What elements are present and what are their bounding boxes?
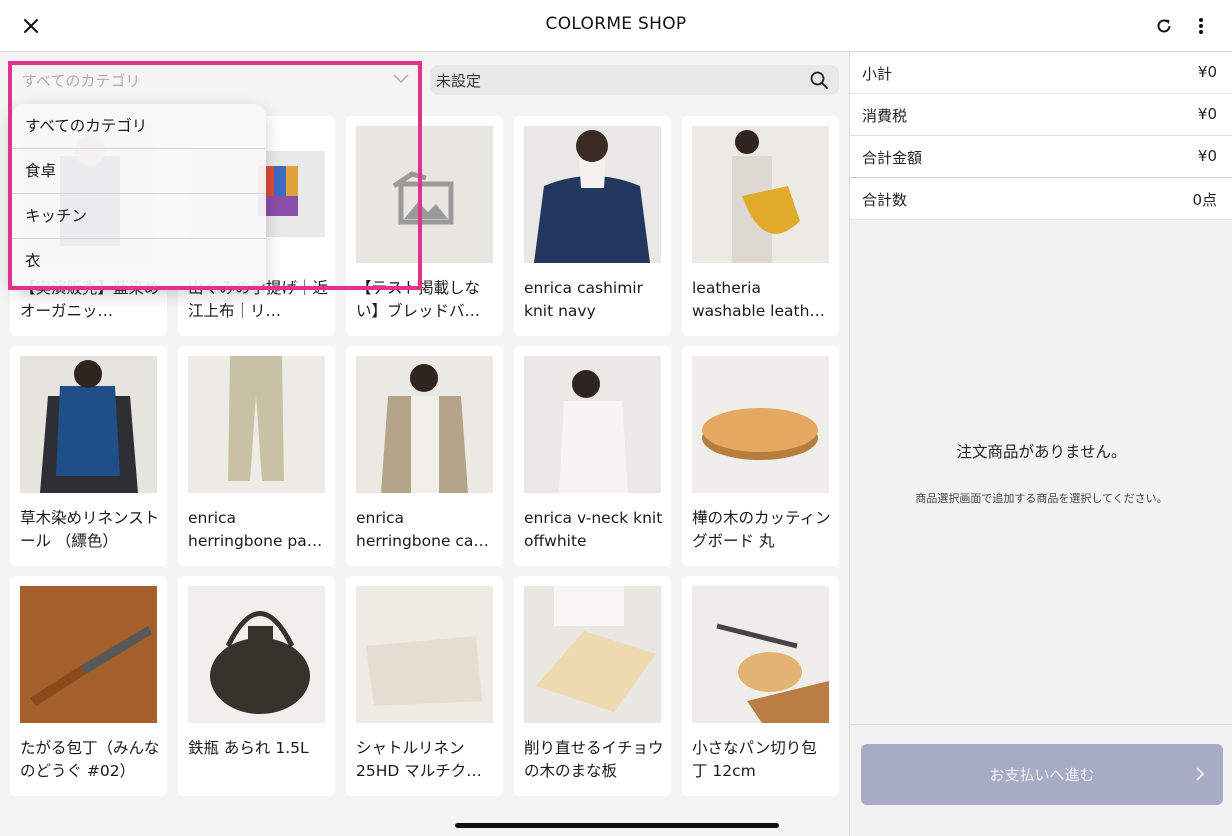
subtotal-value: ¥0 <box>1197 63 1217 81</box>
top-bar: COLORME SHOP <box>0 0 1232 52</box>
tax-label: 消費税 <box>862 107 908 125</box>
category-option-all[interactable]: すべてのカテゴリ <box>12 104 266 149</box>
product-card[interactable]: 小さなパン切り包丁 12cm <box>682 576 839 796</box>
search-icon[interactable] <box>809 70 829 90</box>
product-name: 【テスト掲載しない】ブレッドバ… <box>356 279 481 320</box>
total-value: ¥0 <box>1197 147 1217 165</box>
product-name: enrica herringbone ca… <box>356 509 489 550</box>
product-pane: すべてのカテゴリ 【実演販売】藍染めオーガニッ… 山ぐみの手提げ｜近江上布｜リ…… <box>0 52 849 836</box>
product-card[interactable]: 【テスト掲載しない】ブレッドバ… <box>346 116 503 336</box>
category-dropdown: すべてのカテゴリ 食卓 キッチン 衣 <box>12 104 266 289</box>
total-label: 合計金額 <box>862 149 923 167</box>
product-name: 小さなパン切り包丁 12cm <box>692 739 817 780</box>
product-card[interactable]: 削り直せるイチョウの木のまな板 <box>514 576 671 796</box>
chevron-right-icon <box>1196 767 1205 781</box>
filter-bar: すべてのカテゴリ <box>0 52 849 107</box>
product-name: 削り直せるイチョウの木のまな板 <box>524 739 664 780</box>
product-card[interactable]: enrica cashimir knit navy <box>514 116 671 336</box>
chevron-down-icon <box>393 74 409 84</box>
page-title: COLORME SHOP <box>545 14 687 34</box>
product-card[interactable]: enrica v-neck knit offwhite <box>514 346 671 566</box>
product-name: 鉄瓶 あられ 1.5L <box>188 739 309 757</box>
product-name: enrica v-neck knit offwhite <box>524 509 663 550</box>
product-image <box>524 586 661 723</box>
order-summary: 小計 ¥0 消費税 ¥0 合計金額 ¥0 合計数 0点 <box>850 52 1232 220</box>
product-image <box>692 356 829 493</box>
product-name: leatheria washable leath… <box>692 279 825 320</box>
home-indicator <box>455 823 779 828</box>
product-name: 樺の木のカッティングボード 丸 <box>692 509 831 550</box>
category-option-clothing[interactable]: 衣 <box>12 239 266 284</box>
product-name: シャトルリネン 25HD マルチク… <box>356 739 482 780</box>
product-image <box>188 356 325 493</box>
count-value: 0点 <box>1192 191 1217 209</box>
product-card[interactable]: 草木染めリネンストール （縹色） <box>10 346 167 566</box>
total-row: 合計金額 ¥0 <box>850 136 1232 178</box>
product-image <box>692 586 829 723</box>
search-box <box>430 65 839 95</box>
category-option-dining[interactable]: 食卓 <box>12 149 266 194</box>
product-image <box>356 356 493 493</box>
product-image <box>20 586 157 723</box>
category-select[interactable]: すべてのカテゴリ <box>12 65 418 95</box>
product-image <box>524 356 661 493</box>
refresh-icon <box>1157 19 1171 33</box>
product-name: enrica cashimir knit navy <box>524 279 643 320</box>
product-card[interactable]: leatheria washable leath… <box>682 116 839 336</box>
tax-value: ¥0 <box>1197 105 1217 123</box>
product-name: たがる包丁（みんなのどうぐ #02） <box>20 739 160 780</box>
refresh-button[interactable] <box>1150 12 1178 40</box>
category-option-kitchen[interactable]: キッチン <box>12 194 266 239</box>
product-card[interactable]: enrica herringbone pa… <box>178 346 335 566</box>
payment-button-label: お支払いへ進む <box>989 766 1095 784</box>
product-image <box>524 126 661 263</box>
empty-cart-title: 注文商品がありません。 <box>956 443 1127 461</box>
product-card[interactable]: 鉄瓶 あられ 1.5L <box>178 576 335 796</box>
divider <box>850 724 1232 725</box>
more-vertical-icon <box>1199 18 1203 34</box>
count-label: 合計数 <box>862 191 908 209</box>
product-image <box>356 586 493 723</box>
product-name: 草木染めリネンストール （縹色） <box>20 509 160 550</box>
search-input[interactable] <box>430 65 800 95</box>
product-image <box>188 586 325 723</box>
product-image <box>20 356 157 493</box>
subtotal-row: 小計 ¥0 <box>850 52 1232 94</box>
empty-cart-subtitle: 商品選択画面で追加する商品を選択してください。 <box>915 492 1168 505</box>
product-card[interactable]: シャトルリネン 25HD マルチク… <box>346 576 503 796</box>
subtotal-label: 小計 <box>862 65 893 83</box>
proceed-to-payment-button[interactable]: お支払いへ進む <box>861 744 1223 805</box>
category-select-value: すべてのカテゴリ <box>22 72 141 90</box>
tax-row: 消費税 ¥0 <box>850 94 1232 136</box>
placeholder-image-icon <box>356 126 493 263</box>
product-card[interactable]: enrica herringbone ca… <box>346 346 503 566</box>
product-name: enrica herringbone pa… <box>188 509 323 550</box>
more-menu-button[interactable] <box>1187 12 1215 40</box>
product-image <box>692 126 829 263</box>
cart-pane: 小計 ¥0 消費税 ¥0 合計金額 ¥0 合計数 0点 注文商品がありません。 … <box>849 52 1232 836</box>
product-card[interactable]: たがる包丁（みんなのどうぐ #02） <box>10 576 167 796</box>
count-row: 合計数 0点 <box>850 178 1232 220</box>
product-card[interactable]: 樺の木のカッティングボード 丸 <box>682 346 839 566</box>
